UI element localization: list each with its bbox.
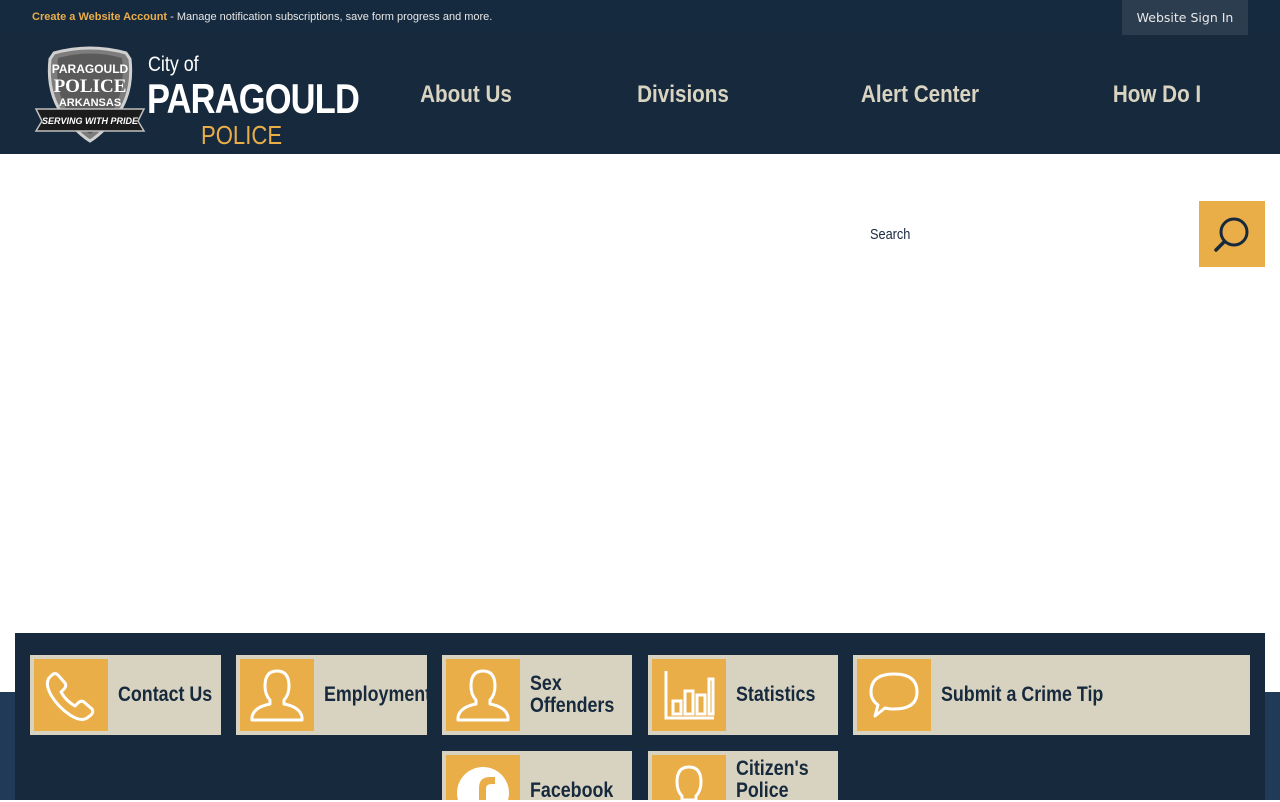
site-header: PARAGOULD POLICE ARKANSAS SERVING WITH P…	[0, 35, 1280, 154]
badge-text-arkansas: ARKANSAS	[59, 97, 121, 109]
nav-divisions[interactable]: Divisions	[636, 35, 731, 154]
top-bar: Create a Website Account - Manage notifi…	[0, 0, 1280, 35]
quick-link-icon-box	[240, 659, 314, 731]
logo-city-name: PARAGOULD	[147, 75, 360, 122]
police-badge-icon: PARAGOULD POLICE ARKANSAS SERVING WITH P…	[34, 46, 146, 143]
search-icon	[1214, 217, 1249, 252]
bar-chart-icon	[664, 671, 715, 720]
badge-ribbon-text: SERVING WITH PRIDE	[42, 116, 139, 126]
search-button[interactable]	[1199, 201, 1265, 267]
person-icon	[675, 765, 703, 800]
quick-link-label: Statistics	[736, 683, 816, 706]
quick-link-citizens-police[interactable]: Citizen's Police	[648, 751, 838, 802]
speech-bubble-icon	[869, 672, 919, 718]
badge-text-paragould: PARAGOULD	[52, 62, 129, 76]
person-icon	[456, 669, 510, 722]
account-notice: Create a Website Account - Manage notifi…	[32, 11, 492, 23]
quick-link-icon-box	[446, 755, 520, 800]
account-description: - Manage notification subscriptions, sav…	[167, 11, 493, 23]
badge-text-police: POLICE	[54, 76, 127, 97]
quick-link-icon-box	[34, 659, 108, 731]
quick-link-statistics[interactable]: Statistics	[648, 655, 838, 735]
search-input[interactable]	[862, 205, 1196, 263]
quick-link-icon-box	[857, 659, 931, 731]
nav-how-do-i[interactable]: How Do I	[1108, 35, 1206, 154]
quick-link-label: Facebook	[530, 779, 614, 802]
person-icon	[250, 669, 304, 722]
quick-link-icon-box	[652, 659, 726, 731]
logo-city-of: City of	[148, 53, 199, 76]
quick-link-label: Sex Offenders	[530, 672, 615, 717]
phone-icon	[45, 672, 95, 721]
nav-about-us[interactable]: About Us	[420, 35, 513, 154]
quick-link-submit-crime-tip[interactable]: Submit a Crime Tip	[853, 655, 1250, 735]
quick-link-icon-box	[446, 659, 520, 731]
quick-link-label: Citizen's Police	[736, 757, 809, 802]
quick-link-sex-offenders[interactable]: Sex Offenders	[442, 655, 632, 735]
nav-alert-center[interactable]: Alert Center	[858, 35, 982, 154]
logo-police: POLICE	[201, 120, 283, 150]
facebook-icon	[457, 767, 509, 800]
site-logo[interactable]: PARAGOULD POLICE ARKANSAS SERVING WITH P…	[34, 45, 360, 150]
quick-link-label: Employment	[324, 683, 432, 706]
create-account-link[interactable]: Create a Website Account	[32, 11, 167, 23]
quick-link-icon-box	[652, 755, 726, 800]
quick-link-contact-us[interactable]: Contact Us	[30, 655, 221, 735]
quick-link-facebook[interactable]: Facebook	[442, 751, 632, 802]
quick-link-label: Contact Us	[118, 683, 213, 706]
quick-link-employment[interactable]: Employment	[236, 655, 431, 735]
website-sign-in-button[interactable]: Website Sign In	[1122, 0, 1248, 35]
quick-link-label: Submit a Crime Tip	[941, 683, 1104, 706]
